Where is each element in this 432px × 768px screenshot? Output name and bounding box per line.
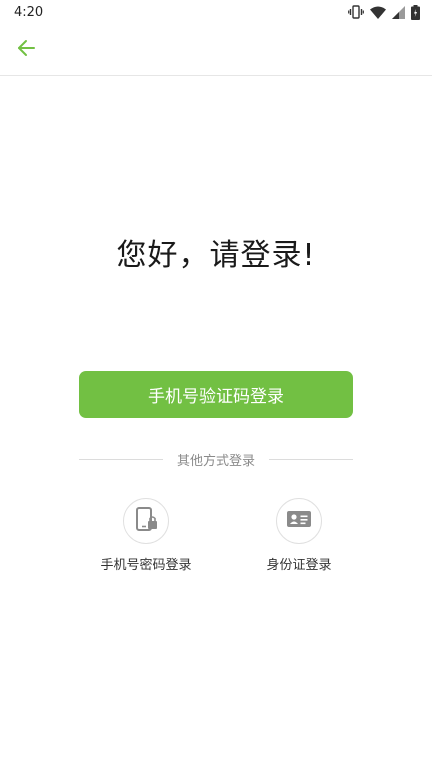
id-card-login-option[interactable]: 身份证登录 — [224, 498, 374, 573]
phone-password-login-icon-circle — [123, 498, 169, 544]
status-time: 4:20 — [14, 4, 44, 20]
divider-line-left — [79, 458, 163, 460]
phone-password-login-label: 手机号密码登录 — [100, 558, 192, 573]
sms-code-login-button[interactable]: 手机号验证码登录 — [79, 371, 353, 418]
status-icons — [348, 4, 420, 20]
vibrate-icon — [348, 5, 364, 19]
phone-lock-icon — [133, 506, 159, 536]
divider-line-right — [269, 458, 354, 460]
status-bar: 4:20 — [0, 0, 432, 24]
id-card-login-label: 身份证登录 — [266, 558, 332, 573]
id-card-login-icon-circle — [276, 498, 322, 544]
signal-icon — [392, 5, 405, 19]
other-login-divider: 其他方式登录 — [79, 450, 354, 469]
greeting-title: 您好，请登录! — [116, 238, 316, 273]
arrow-left-icon — [16, 38, 36, 62]
phone-password-login-option[interactable]: 手机号密码登录 — [71, 498, 221, 573]
wifi-icon — [370, 6, 386, 19]
app-header — [0, 24, 432, 76]
battery-icon — [411, 4, 420, 20]
divider-label: 其他方式登录 — [177, 453, 256, 469]
back-button[interactable] — [12, 36, 40, 64]
id-card-icon — [286, 509, 312, 533]
